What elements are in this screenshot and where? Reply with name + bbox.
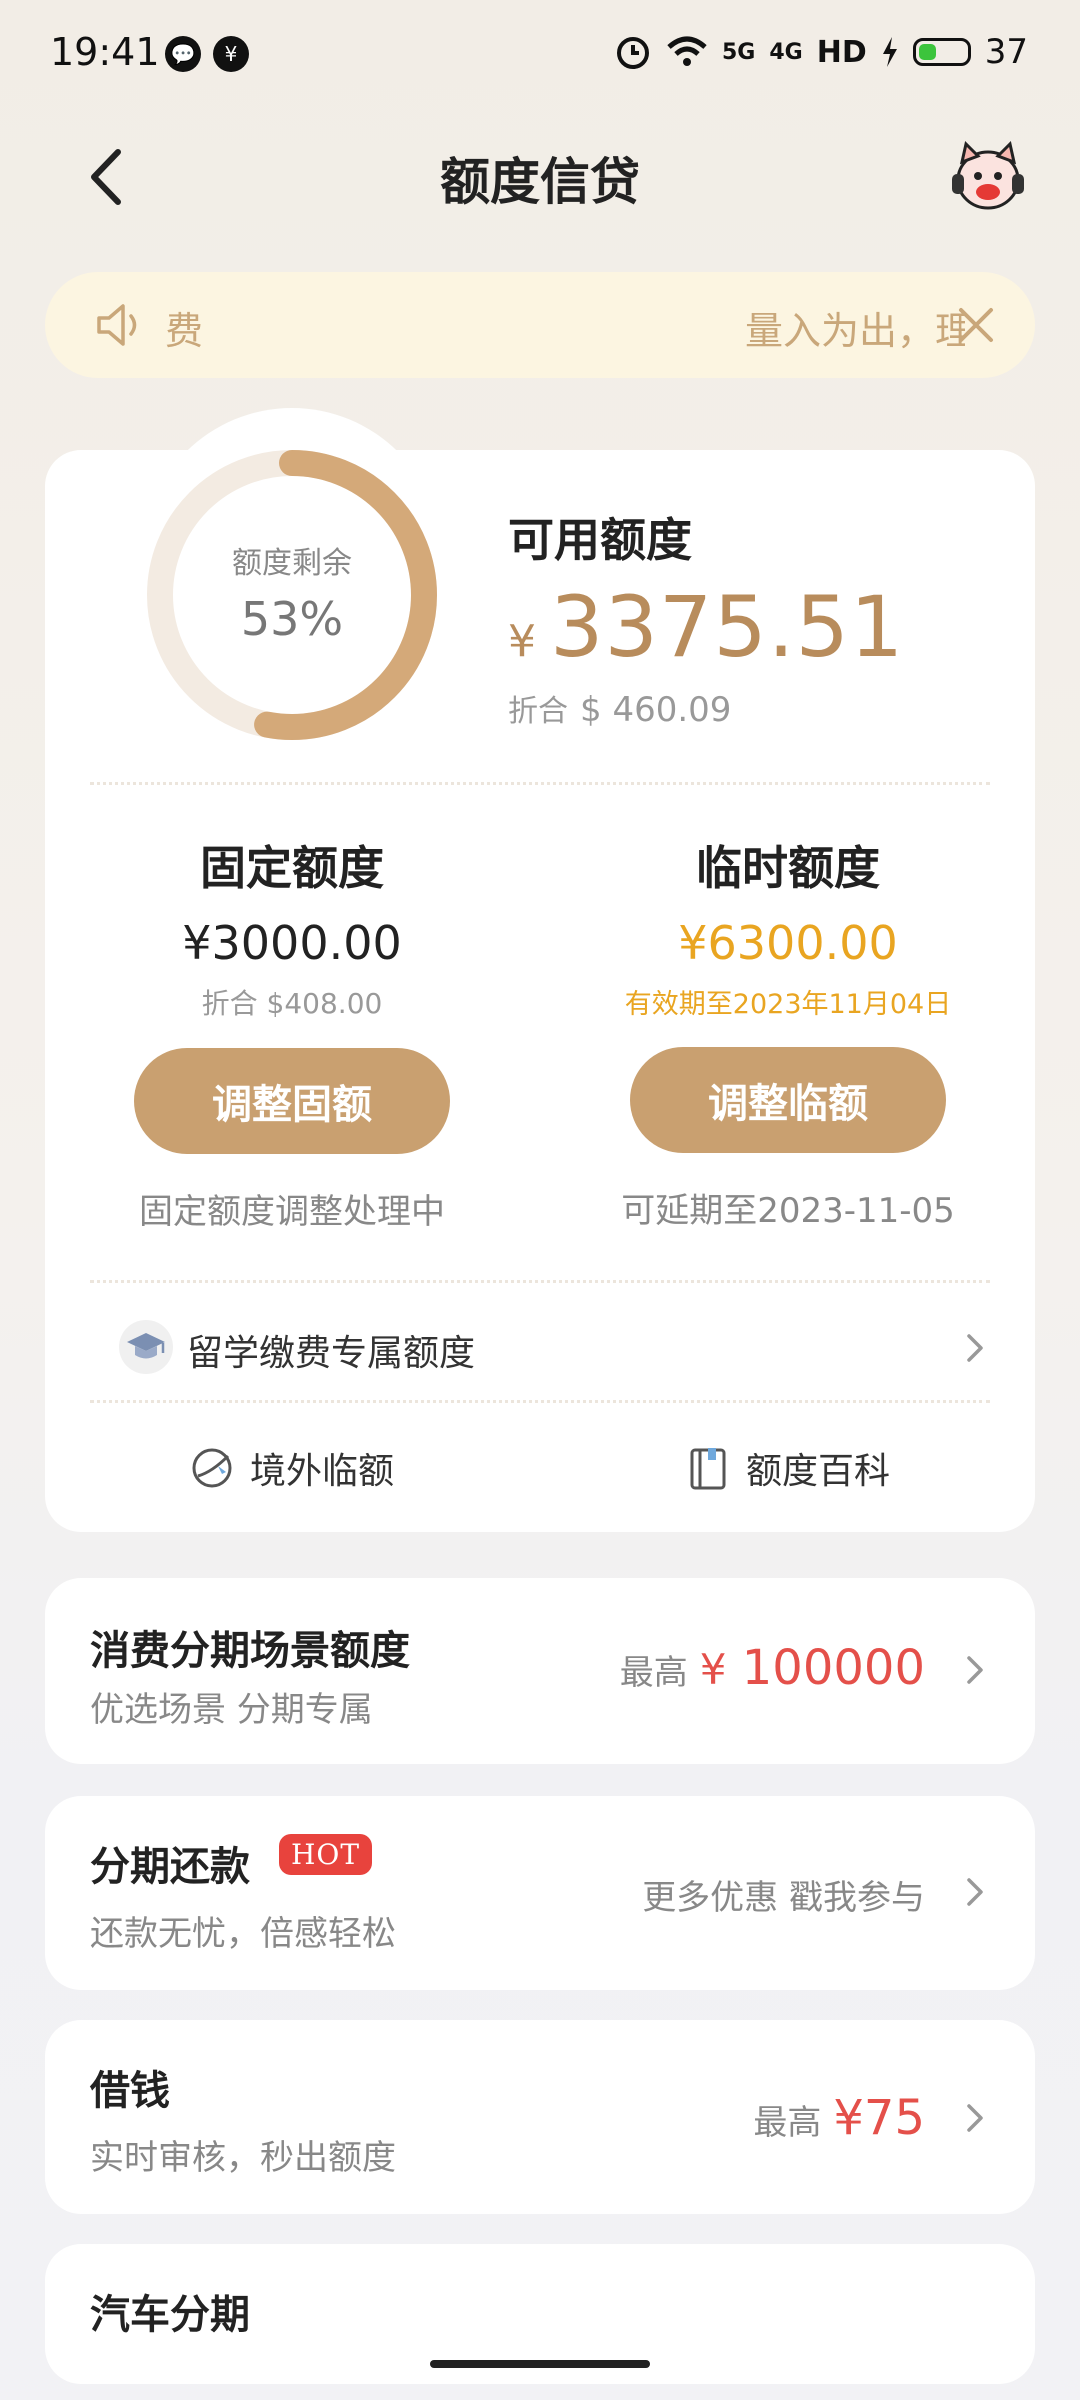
installment-scene-max-value: ¥ 100000: [700, 1640, 925, 1696]
speaker-icon: [97, 304, 137, 346]
fixed-credit-amount: ¥3000.00: [182, 916, 402, 970]
ring-percent: 53%: [240, 592, 344, 646]
yen-symbol: ¥: [508, 616, 536, 667]
divider: [90, 1400, 990, 1403]
chevron-right-icon: [967, 1656, 983, 1684]
notice-scroll-text: 量入为出，理: [745, 309, 965, 353]
chevron-right-icon: [967, 2104, 983, 2132]
fixed-credit-converted: 折合 $408.00: [201, 987, 383, 1020]
study-abroad-credit-row[interactable]: 留学缴费专属额度: [45, 1300, 1035, 1396]
battery-percent: 37: [984, 32, 1028, 72]
borrow-max: 最高 ¥75: [753, 2090, 925, 2146]
installment-repay-subtitle: 还款无忧，倍感轻松: [90, 1914, 396, 1954]
borrow-card[interactable]: 借钱 实时审核，秒出额度 最高 ¥75: [45, 2020, 1035, 2214]
adjust-fixed-credit-button[interactable]: 调整固额: [134, 1048, 450, 1154]
fixed-credit-section: 固定额度 ¥3000.00 折合 $408.00 调整固额 固定额度调整处理中: [72, 832, 512, 1233]
graduation-cap-icon: [119, 1320, 173, 1374]
borrow-title: 借钱: [90, 2068, 170, 2114]
chat-notification-icon: 💬: [165, 36, 201, 72]
max-prefix: 最高: [753, 2103, 822, 2143]
ring-label: 额度剩余: [232, 546, 352, 581]
max-prefix: 最高: [619, 1653, 688, 1693]
battery-fill: [918, 44, 936, 60]
yen-symbol: ¥: [699, 1645, 727, 1694]
globe-plane-icon: [192, 1448, 232, 1488]
installment-repay-promo: 更多优惠 戳我参与: [642, 1870, 925, 1919]
promo-text: 更多优惠 戳我参与: [642, 1878, 925, 1918]
converted-label: 折合: [508, 694, 568, 729]
temporary-credit-amount: ¥6300.00: [678, 916, 898, 970]
borrow-subtitle: 实时审核，秒出额度: [90, 2138, 396, 2178]
installment-repay-title: 分期还款: [90, 1844, 250, 1890]
signal-4g-icon: 4G: [769, 39, 803, 65]
temporary-credit-title: 临时额度: [696, 841, 880, 895]
credit-wiki-link[interactable]: 额度百科: [684, 1438, 890, 1498]
study-abroad-credit-label: 留学缴费专属额度: [187, 1333, 476, 1374]
page-title: 额度信贷: [440, 153, 640, 211]
available-credit-converted: 折合 $ 460.09: [508, 686, 731, 730]
overseas-temp-credit-label: 境外临额: [250, 1451, 395, 1492]
notice-lead-text: 费: [165, 309, 204, 353]
installment-scene-subtitle: 优选场景 分期专属: [90, 1690, 373, 1730]
temporary-credit-status: 可延期至2023-11-05: [621, 1191, 955, 1231]
installment-scene-max: 最高 ¥ 100000: [620, 1640, 925, 1696]
converted-value: $ 460.09: [580, 690, 732, 730]
installment-repay-card[interactable]: 分期还款 HOT 还款无忧，倍感轻松 更多优惠 戳我参与: [45, 1796, 1035, 1990]
hd-icon: HD: [816, 34, 867, 70]
fixed-credit-title: 固定额度: [200, 841, 384, 895]
notice-bar[interactable]: 费 量入为出，理: [45, 272, 1035, 378]
installment-scene-title: 消费分期场景额度: [90, 1628, 410, 1674]
available-credit-title: 可用额度: [508, 513, 692, 567]
car-installment-title: 汽车分期: [90, 2292, 250, 2338]
temporary-credit-validity: 有效期至2023年11月04日: [624, 989, 952, 1020]
alarm-icon: [616, 37, 649, 69]
available-credit-value: 3375.51: [550, 578, 905, 676]
divider: [90, 782, 990, 785]
status-left-icons: 💬 ¥: [165, 36, 249, 72]
chevron-right-icon: [967, 1334, 983, 1362]
signal-5g-icon: 5G: [721, 39, 756, 65]
installment-scene-card[interactable]: 消费分期场景额度 优选场景 分期专属 最高 ¥ 100000: [45, 1578, 1035, 1764]
battery-icon: [912, 38, 971, 66]
status-bar: 19:41 💬 ¥ 5G 4G HD 37: [0, 0, 1080, 110]
charging-icon: [882, 37, 897, 67]
available-credit-amount: ¥ 3375.51: [508, 578, 904, 676]
max-value: 100000: [741, 1640, 925, 1696]
hot-badge: HOT: [279, 1834, 373, 1875]
divider: [90, 1280, 990, 1283]
shield-yen-icon: ¥: [213, 36, 249, 72]
header: 额度信贷: [0, 120, 1080, 230]
overseas-temp-credit-link[interactable]: 境外临额: [188, 1438, 394, 1498]
fixed-credit-status: 固定额度调整处理中: [139, 1192, 445, 1232]
borrow-max-value: ¥75: [833, 2090, 925, 2146]
customer-service-mascot-icon[interactable]: [946, 134, 1030, 218]
home-indicator[interactable]: [430, 2360, 650, 2368]
credit-wiki-label: 额度百科: [746, 1451, 891, 1492]
wifi-icon: [667, 36, 707, 66]
book-icon: [690, 1448, 726, 1490]
status-time: 19:41: [50, 30, 160, 74]
close-icon[interactable]: [953, 302, 999, 348]
status-right-icons: 5G 4G HD 37: [614, 32, 1028, 72]
adjust-temporary-credit-button[interactable]: 调整临额: [630, 1047, 946, 1153]
temporary-credit-section: 临时额度 ¥6300.00 有效期至2023年11月04日 调整临额 可延期至2…: [568, 832, 1008, 1232]
chevron-right-icon: [967, 1878, 983, 1906]
